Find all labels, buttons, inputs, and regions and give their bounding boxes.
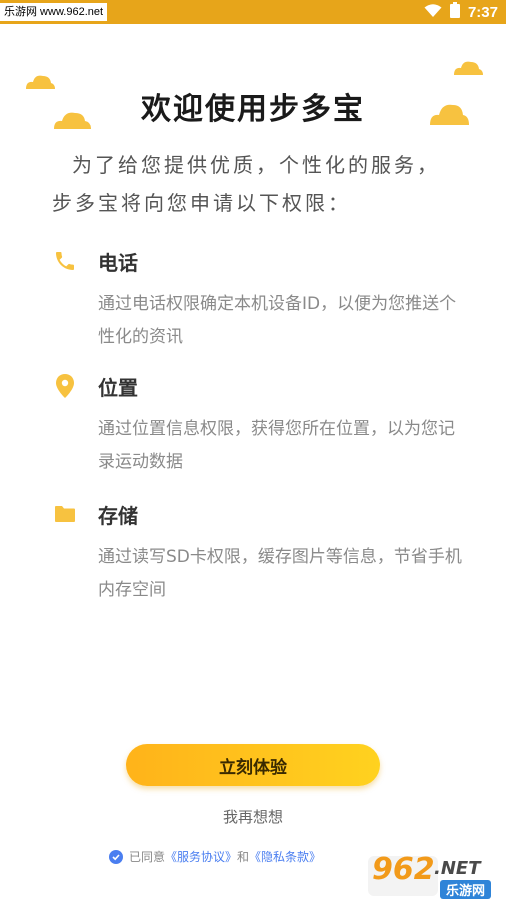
permission-title: 电话 [98,250,138,275]
agreement-row: 已同意 《服务协议》 和 《隐私条款》 [0,848,430,865]
cloud-icon [454,61,483,75]
location-pin-icon [52,373,78,399]
page-title: 欢迎使用步多宝 [141,92,365,127]
wifi-icon [424,3,442,22]
permission-storage: 存储 通过读写SD卡权限，缓存图片等信息，节省手机内存空间 [52,499,462,607]
permission-desc: 通过电话权限确定本机设备ID，以便为您推送个性化的资讯 [98,294,457,347]
permission-title: 位置 [98,375,138,400]
status-bar: 乐游网 www.962.net 7:37 [0,0,506,24]
try-now-button[interactable]: 立刻体验 [126,744,380,786]
status-icons: 7:37 [424,0,498,24]
folder-icon [52,501,78,527]
permission-desc: 通过读写SD卡权限，缓存图片等信息，节省手机内存空间 [98,547,462,600]
service-agreement-link[interactable]: 《服务协议》 [165,848,237,865]
watermark-logo: 962 .NET 乐游网 [368,852,500,899]
permission-desc: 通过位置信息权限，获得您所在位置，以为您记录运动数据 [98,419,455,472]
intro-text: 为了给您提供优质，个性化的服务，步多宝将向您申请以下权限： [52,153,440,215]
phone-icon [52,248,78,274]
think-again-link[interactable]: 我再想想 [0,806,506,827]
status-time: 7:37 [467,3,498,21]
watermark-text: 乐游网 www.962.net [0,3,108,21]
permission-title: 存储 [98,503,138,528]
logo-number: 962 [372,852,435,887]
privacy-policy-link[interactable]: 《隐私条款》 [249,848,321,865]
logo-site-name: 乐游网 [440,880,492,899]
permission-location: 位置 通过位置信息权限，获得您所在位置，以为您记录运动数据 [52,371,462,479]
agreement-and: 和 [237,850,250,864]
agreement-prefix: 已同意 [128,850,165,864]
permission-phone: 电话 通过电话权限确定本机设备ID，以便为您推送个性化的资讯 [52,246,462,354]
checkbox-checked-icon[interactable] [108,849,123,864]
battery-icon [449,2,460,22]
logo-domain: .NET [434,858,481,879]
